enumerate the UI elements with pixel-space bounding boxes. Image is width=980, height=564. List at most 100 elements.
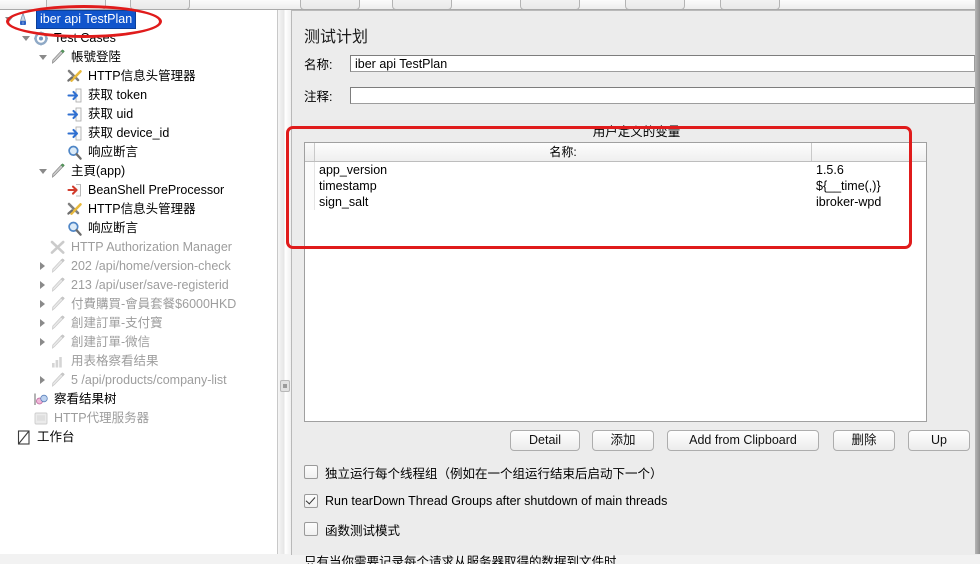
variable-value-cell[interactable]: ${__time(,)} — [812, 178, 926, 194]
table-listener-icon — [49, 353, 67, 370]
variable-value-cell[interactable]: 1.5.6 — [812, 162, 926, 178]
tree-node[interactable]: Test Cases — [0, 29, 277, 48]
http-sampler-icon — [49, 315, 67, 332]
variables-table[interactable]: 名称: app_version 1.5.6 timestamp ${__time(,)… — [304, 142, 927, 422]
tree-node-label: 获取 token — [88, 88, 148, 102]
option-row[interactable]: 函数测试模式 — [304, 520, 400, 538]
tree-toggle-spacer — [55, 67, 66, 86]
toolbar-button[interactable] — [720, 0, 780, 9]
footer-note: 只有当你需要记录每个请求从服务器取得的数据到文件时 — [304, 555, 617, 564]
tree-node[interactable]: 察看结果树 — [0, 390, 277, 409]
tree-node[interactable]: 响应断言 — [0, 143, 277, 162]
tree-node-label: 用表格察看结果 — [71, 354, 159, 368]
toolbar-button[interactable] — [392, 0, 452, 9]
option-label: Run tearDown Thread Groups after shutdow… — [325, 494, 668, 508]
tree-node[interactable]: 获取 device_id — [0, 124, 277, 143]
tree-node-label: HTTP代理服务器 — [54, 411, 150, 425]
variable-value-cell[interactable]: ibroker-wpd — [812, 194, 926, 210]
tree-node[interactable]: 創建訂單-微信 — [0, 333, 277, 352]
assertion-icon — [66, 144, 84, 161]
column-header-value[interactable] — [812, 143, 926, 161]
toolbar-button[interactable] — [46, 0, 106, 9]
tree-node-label: Test Cases — [54, 31, 116, 45]
splitter-grip[interactable] — [280, 380, 290, 392]
tree-node[interactable]: 帳號登陸 — [0, 48, 277, 67]
tree-node[interactable]: i iber api TestPlan — [0, 10, 277, 29]
comment-field-row: 注释: — [304, 86, 975, 105]
window-vertical-scrollbar[interactable] — [975, 0, 980, 554]
tree-node-label: 213 /api/user/save-registerid — [71, 278, 229, 292]
http-sampler-icon — [49, 372, 67, 389]
tree-node-label: 工作台 — [37, 430, 75, 444]
tree-node[interactable]: 創建訂單-支付寶 — [0, 314, 277, 333]
tree-node[interactable]: 主頁(app) — [0, 162, 277, 181]
page-title: 测试计划 — [304, 29, 369, 46]
chevron-right-icon[interactable] — [38, 276, 49, 295]
tree-node[interactable]: 付費購買-會員套餐$6000HKD — [0, 295, 277, 314]
tree-toggle-spacer — [55, 124, 66, 143]
toolbar-button[interactable] — [520, 0, 580, 9]
table-row[interactable]: app_version 1.5.6 — [305, 162, 926, 178]
tree-node[interactable]: BeanShell PreProcessor — [0, 181, 277, 200]
variable-name-cell[interactable]: app_version — [315, 162, 812, 178]
checkbox-unchecked-icon[interactable] — [304, 465, 318, 479]
auth-manager-icon — [49, 239, 67, 256]
tree-node[interactable]: HTTP代理服务器 — [0, 409, 277, 428]
name-input[interactable]: iber api TestPlan — [350, 55, 975, 72]
tree-node[interactable]: HTTP Authorization Manager — [0, 238, 277, 257]
tree-node-label: 創建訂單-微信 — [71, 335, 151, 349]
tree-node[interactable]: HTTP信息头管理器 — [0, 67, 277, 86]
chevron-down-icon[interactable] — [38, 48, 49, 67]
chevron-right-icon[interactable] — [38, 314, 49, 333]
http-sampler-icon — [49, 277, 67, 294]
name-field-row: 名称: iber api TestPlan — [304, 54, 975, 73]
option-row[interactable]: Run tearDown Thread Groups after shutdow… — [304, 492, 667, 510]
tree-node[interactable]: 响应断言 — [0, 219, 277, 238]
chevron-down-icon[interactable] — [21, 29, 32, 48]
variables-detail-button[interactable]: Detail — [510, 430, 580, 451]
table-row[interactable]: timestamp ${__time(,)} — [305, 178, 926, 194]
tree-node[interactable]: 202 /api/home/version-check — [0, 257, 277, 276]
tree-node[interactable]: 213 /api/user/save-registerid — [0, 276, 277, 295]
variables-up-button[interactable]: Up — [908, 430, 970, 451]
tree-node[interactable]: 5 /api/products/company-list — [0, 371, 277, 390]
assertion-icon — [66, 220, 84, 237]
variables--button[interactable]: 添加 — [592, 430, 654, 451]
toolbar-button[interactable] — [300, 0, 360, 9]
option-row[interactable]: 独立运行每个线程组（例如在一个组运行结束后启动下一个） — [304, 463, 663, 481]
checkbox-checked-icon[interactable] — [304, 494, 318, 508]
tree-node[interactable]: 工作台 — [0, 428, 277, 447]
tree-node[interactable]: 获取 token — [0, 86, 277, 105]
tree-node[interactable]: HTTP信息头管理器 — [0, 200, 277, 219]
variables-table-header: 名称: — [305, 143, 926, 162]
toolbar-button[interactable] — [130, 0, 190, 9]
tree-node-label: 付費購買-會員套餐$6000HKD — [71, 297, 237, 311]
tree-node[interactable]: 用表格察看结果 — [0, 352, 277, 371]
option-label: 独立运行每个线程组（例如在一个组运行结束后启动下一个） — [325, 466, 663, 481]
chevron-right-icon[interactable] — [38, 295, 49, 314]
test-plan-tree[interactable]: i iber api TestPlan Test Cases 帳號登陸 HTTP信息头管… — [0, 10, 277, 554]
tree-node[interactable]: 获取 uid — [0, 105, 277, 124]
chevron-right-icon[interactable] — [38, 371, 49, 390]
toolbar-button[interactable] — [625, 0, 685, 9]
variables-add-from-clipboard-button[interactable]: Add from Clipboard — [667, 430, 819, 451]
comment-input[interactable] — [350, 87, 975, 104]
tree-toggle-spacer — [55, 219, 66, 238]
chevron-down-icon[interactable] — [38, 162, 49, 181]
tree-toggle-spacer — [21, 409, 32, 428]
http-sampler-icon — [49, 49, 67, 66]
panel-splitter[interactable] — [277, 10, 292, 554]
variables--button[interactable]: 删除 — [833, 430, 895, 451]
variable-name-cell[interactable]: sign_salt — [315, 194, 812, 210]
chevron-right-icon[interactable] — [38, 257, 49, 276]
checkbox-unchecked-icon[interactable] — [304, 522, 318, 536]
chevron-down-icon[interactable] — [4, 10, 15, 29]
chevron-right-icon[interactable] — [38, 333, 49, 352]
column-header-name[interactable]: 名称: — [315, 143, 812, 161]
table-row[interactable]: sign_salt ibroker-wpd — [305, 194, 926, 210]
variable-name-cell[interactable]: timestamp — [315, 178, 812, 194]
row-gutter — [305, 162, 315, 178]
post-processor-icon — [66, 106, 84, 123]
http-sampler-icon — [49, 296, 67, 313]
jmeter-window: i iber api TestPlan Test Cases 帳號登陸 HTTP信息头管… — [0, 0, 980, 564]
